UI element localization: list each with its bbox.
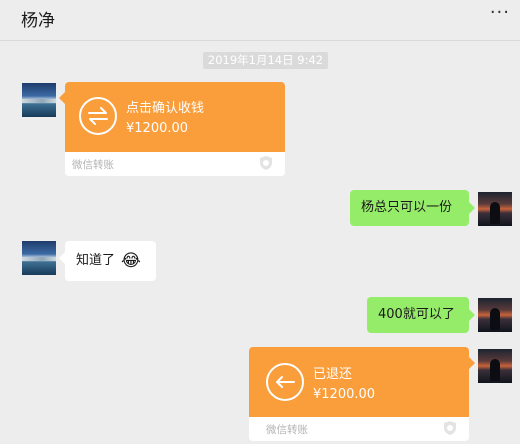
transfer-card-body: 点击确认收钱 ¥1200.00 (65, 82, 285, 152)
user-avatar[interactable] (478, 192, 512, 226)
transfer-returned-card[interactable]: 已退还 ¥1200.00 微信转账 (249, 347, 469, 441)
message-text: 400就可以了 (378, 307, 455, 322)
contact-avatar[interactable] (22, 241, 56, 275)
chat-header: 杨净 ··· (0, 0, 520, 41)
transfer-label: 已退还 (313, 367, 353, 382)
transfer-card-footer: 微信转账 (249, 417, 469, 441)
laughing-emoji-icon: 😂 (121, 251, 141, 271)
incoming-message[interactable]: 知道了 😂 (65, 241, 156, 281)
wechat-pay-shield-icon (260, 156, 272, 170)
exchange-arrows-icon (79, 97, 117, 135)
bubble-tail (469, 202, 475, 214)
more-options-icon[interactable]: ··· (490, 2, 510, 23)
transfer-footer-label: 微信转账 (266, 424, 308, 436)
return-arrow-icon (266, 363, 304, 401)
chat-title: 杨净 (21, 11, 55, 31)
outgoing-message[interactable]: 杨总只可以一份 (350, 190, 469, 226)
transfer-amount: ¥1200.00 (313, 387, 376, 402)
message-timestamp: 2019年1月14日 9:42 (203, 52, 328, 69)
message-text: 知道了 (76, 253, 116, 268)
bubble-tail (469, 357, 475, 369)
contact-avatar[interactable] (22, 83, 56, 117)
transfer-footer-label: 微信转账 (72, 159, 114, 171)
transfer-amount: ¥1200.00 (126, 121, 189, 136)
user-avatar[interactable] (478, 298, 512, 332)
user-avatar[interactable] (478, 349, 512, 383)
wechat-pay-shield-icon (444, 421, 456, 435)
outgoing-message[interactable]: 400就可以了 (367, 297, 469, 333)
bubble-tail (469, 309, 475, 321)
transfer-received-card[interactable]: 点击确认收钱 ¥1200.00 微信转账 (65, 82, 285, 176)
transfer-card-body: 已退还 ¥1200.00 (249, 347, 469, 417)
transfer-label: 点击确认收钱 (126, 101, 205, 116)
transfer-card-footer: 微信转账 (65, 152, 285, 176)
message-text: 杨总只可以一份 (361, 200, 453, 215)
